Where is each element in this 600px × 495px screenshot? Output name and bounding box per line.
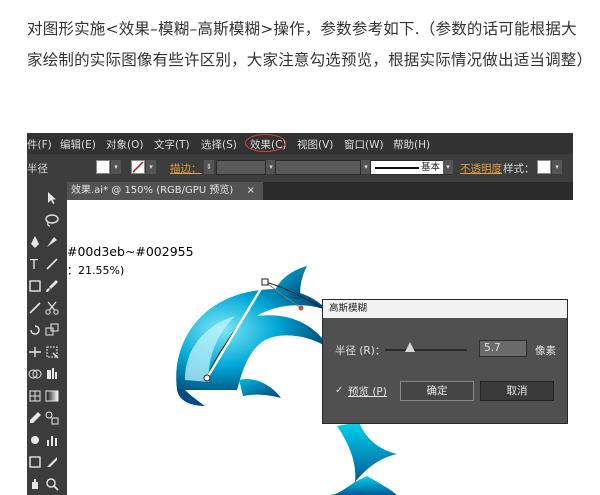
text-tool-icon[interactable]: T xyxy=(27,256,43,272)
direct-selection-tool-icon[interactable] xyxy=(44,190,60,206)
blend-tool-icon[interactable] xyxy=(44,410,60,426)
document-tab-title: 效果.ai* @ 150% (RGB/GPU 预览) xyxy=(71,185,234,196)
anchor-point-top xyxy=(261,278,269,286)
radius-label: 半径 (R)： xyxy=(335,345,386,357)
paintbrush-tool-icon[interactable] xyxy=(44,278,60,294)
zoom-tool-icon[interactable] xyxy=(44,476,60,492)
style-swatch[interactable] xyxy=(537,160,551,174)
brush-line-icon xyxy=(375,167,419,169)
radius-slider[interactable] xyxy=(385,349,467,351)
ok-button[interactable]: 确定 xyxy=(400,381,474,401)
menu-edit[interactable]: 编辑(E) xyxy=(60,137,96,152)
gaussian-blur-dialog: 高斯模糊 半径 (R)： 5.7 像素 ✓ 预览 (P) 确定 取消 xyxy=(322,299,568,424)
scale-tool-icon[interactable] xyxy=(44,322,60,338)
artboard-tool-icon[interactable] xyxy=(27,454,43,470)
shaper-tool-icon[interactable] xyxy=(27,300,43,316)
curvature-tool-icon[interactable] xyxy=(44,234,60,250)
symbol-sprayer-tool-icon[interactable] xyxy=(27,432,43,448)
no-stroke-icon xyxy=(132,161,144,173)
gradient-tool-icon[interactable] xyxy=(44,388,60,404)
preview-checkbox[interactable]: ✓ xyxy=(335,386,345,396)
brush-field[interactable]: 基本 xyxy=(370,160,450,175)
menu-object[interactable]: 对象(O) xyxy=(106,137,143,152)
svg-text:T: T xyxy=(29,258,38,272)
menu-view[interactable]: 视图(V) xyxy=(297,137,333,152)
fill-swatch[interactable] xyxy=(96,160,110,174)
stroke-weight-field[interactable] xyxy=(216,160,266,175)
variable-width-field[interactable] xyxy=(275,160,361,175)
stroke-dropdown-arrow[interactable]: ▾ xyxy=(146,160,156,174)
menu-file[interactable]: 件(F) xyxy=(27,137,52,152)
effect-highlight-circle xyxy=(245,134,286,152)
radius-unit: 像素 xyxy=(535,345,556,357)
pen-tool-icon[interactable] xyxy=(27,234,43,250)
stroke-label[interactable]: 描边： xyxy=(170,161,202,176)
style-label: 样式： xyxy=(503,163,535,175)
handle-point xyxy=(298,305,304,311)
menu-type[interactable]: 文字(T) xyxy=(154,137,190,152)
shape-builder-tool-icon[interactable] xyxy=(27,366,43,382)
menu-window[interactable]: 窗口(W) xyxy=(344,137,384,152)
free-transform-tool-icon[interactable] xyxy=(44,344,60,360)
cancel-button[interactable]: 取消 xyxy=(480,381,554,401)
slice-tool-icon[interactable] xyxy=(44,454,60,470)
stroke-stepper[interactable]: ⇕ xyxy=(204,160,214,174)
scissors-tool-icon[interactable] xyxy=(44,300,60,316)
control-left-label: 半径 xyxy=(27,163,48,175)
menu-select[interactable]: 选择(S) xyxy=(201,137,237,152)
lasso-tool-icon[interactable] xyxy=(44,212,60,228)
opacity-label[interactable]: 不透明度 xyxy=(460,161,502,176)
radius-slider-thumb[interactable] xyxy=(404,342,415,352)
radius-input[interactable]: 5.7 xyxy=(479,340,527,357)
preview-label[interactable]: 预览 (P) xyxy=(348,384,387,399)
dialog-title: 高斯模糊 xyxy=(323,300,567,318)
stroke-swatch[interactable] xyxy=(131,160,145,174)
close-icon[interactable]: × xyxy=(247,182,255,200)
eyedropper-tool-icon[interactable] xyxy=(27,410,43,426)
perspective-grid-tool-icon[interactable] xyxy=(44,366,60,382)
tools-panel: T xyxy=(27,182,67,495)
control-bar: 半径 ▾ ▾ 描边： ⇕ ▾ ▾ 基本 ▾ 不透明度 样式： ▾ xyxy=(27,154,573,183)
width-tool-icon[interactable] xyxy=(27,344,43,360)
document-tab[interactable]: 效果.ai* @ 150% (RGB/GPU 预览) × xyxy=(63,182,263,200)
article-paragraph: 对图形实施<效果–模糊–高斯模糊>操作，参数参考如下.（参数的话可能根据大家绘制… xyxy=(27,20,593,69)
menu-bar: 件(F) 编辑(E) 对象(O) 文字(T) 选择(S) 效果(C) 视图(V)… xyxy=(27,133,573,154)
rotate-tool-icon[interactable] xyxy=(27,322,43,338)
brush-dropdown[interactable]: ▾ xyxy=(443,160,453,174)
rectangle-tool-icon[interactable] xyxy=(27,278,43,294)
column-graph-tool-icon[interactable] xyxy=(44,432,60,448)
illustrator-screenshot: 件(F) 编辑(E) 对象(O) 文字(T) 选择(S) 效果(C) 视图(V)… xyxy=(27,133,573,495)
document-tab-bar: 效果.ai* @ 150% (RGB/GPU 预览) × xyxy=(27,182,573,200)
anchor-point-bottom xyxy=(203,374,211,382)
style-dropdown[interactable]: ▾ xyxy=(552,160,562,174)
line-tool-icon[interactable] xyxy=(44,256,60,272)
brush-label: 基本 xyxy=(421,162,441,173)
hand-tool-icon[interactable] xyxy=(27,476,43,492)
mesh-tool-icon[interactable] xyxy=(27,388,43,404)
fill-dropdown-arrow[interactable]: ▾ xyxy=(111,160,121,174)
menu-help[interactable]: 帮助(H) xyxy=(393,137,430,152)
